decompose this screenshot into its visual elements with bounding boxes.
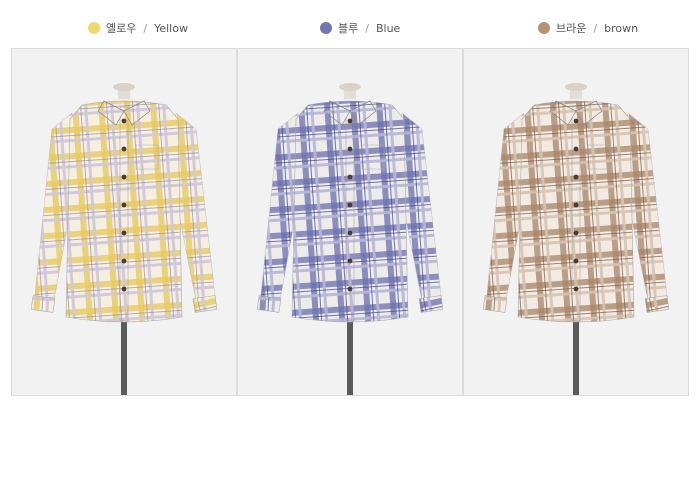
shirt-yellow-image — [30, 83, 218, 395]
shirt-button — [121, 286, 127, 292]
product-image-brown[interactable] — [463, 48, 689, 396]
color-label-ko: 옐로우 — [106, 22, 137, 35]
label-separator: / — [143, 21, 148, 35]
swatch-brown-icon — [538, 22, 550, 34]
shirt-button — [121, 230, 127, 236]
shirt-button — [573, 146, 579, 152]
color-label-en: brown — [604, 21, 639, 35]
shirt-button — [573, 174, 579, 180]
color-label-en: Blue — [375, 21, 401, 35]
shirt-button — [347, 118, 353, 124]
product-image-yellow[interactable] — [11, 48, 237, 396]
swatch-yellow-icon — [88, 22, 100, 34]
color-label-en: Yellow — [154, 21, 188, 35]
mannequin-stand — [573, 319, 579, 395]
color-option-yellow[interactable]: 옐로우 / Yellow — [88, 18, 188, 38]
mannequin-stand — [121, 319, 127, 395]
shirt-button — [121, 146, 127, 152]
shirt-button — [573, 286, 579, 292]
shirt-button — [347, 286, 353, 292]
shirt-button — [347, 202, 353, 208]
shirt-button — [573, 202, 579, 208]
product-gallery — [11, 48, 689, 396]
color-option-brown[interactable]: 브라운 / brown — [538, 18, 638, 38]
shirt-button — [121, 174, 127, 180]
color-option-blue[interactable]: 블루 / Blue — [320, 18, 400, 38]
product-image-blue[interactable] — [237, 48, 463, 396]
shirt-button — [121, 202, 127, 208]
shirt-blue-image — [256, 83, 444, 395]
shirt-button — [573, 258, 579, 264]
shirt-button — [347, 258, 353, 264]
shirt-button — [573, 118, 579, 124]
swatch-blue-icon — [320, 22, 332, 34]
shirt-brown-image — [482, 83, 670, 395]
shirt-button — [347, 230, 353, 236]
shirt-button — [573, 230, 579, 236]
color-options: 옐로우 / Yellow 블루 / Blue 브라운 / brown — [0, 18, 700, 38]
shirt-button — [121, 118, 127, 124]
label-separator: / — [365, 21, 369, 35]
color-label-ko: 블루 — [338, 22, 359, 35]
label-separator: / — [593, 21, 598, 35]
color-label-ko: 브라운 — [556, 22, 587, 35]
shirt-button — [347, 146, 353, 152]
mannequin-stand — [347, 319, 353, 395]
shirt-button — [121, 258, 127, 264]
shirt-button — [347, 174, 353, 180]
